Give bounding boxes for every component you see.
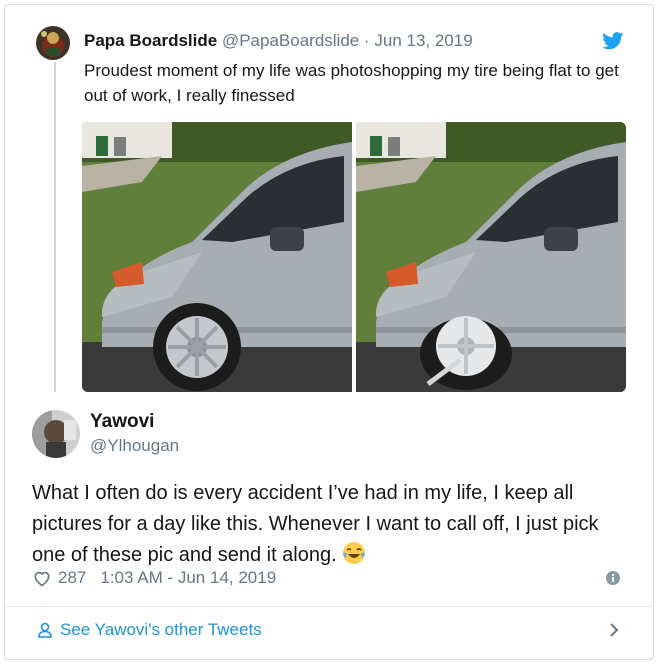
thread-line	[54, 62, 56, 392]
tweet-photos	[82, 122, 626, 392]
like-count[interactable]: 287	[58, 568, 86, 588]
quoted-date[interactable]: Jun 13, 2019	[374, 31, 472, 50]
chevron-right-icon[interactable]	[606, 621, 622, 639]
quoted-tweet-header: Papa Boardslide @PapaBoardslide · Jun 13…	[84, 31, 473, 51]
twitter-bird-icon[interactable]	[602, 32, 624, 50]
papa-boardslide-avatar[interactable]	[36, 26, 70, 60]
see-other-tweets-link[interactable]: See Yawovi's other Tweets	[36, 620, 262, 640]
info-icon[interactable]	[605, 570, 621, 586]
quoted-handle[interactable]: @PapaBoardslide	[222, 31, 359, 50]
meta-separator: ·	[359, 31, 375, 50]
reply-display-name[interactable]: Yawovi	[90, 411, 154, 433]
yawovi-avatar[interactable]	[32, 410, 80, 458]
reply-tweet-text: What I often do is every accident I’ve h…	[32, 482, 599, 566]
person-icon	[38, 622, 52, 638]
heart-icon[interactable]	[32, 568, 52, 588]
reply-tweet-text-container: What I often do is every accident I’ve h…	[32, 478, 632, 571]
photo-normal-tire[interactable]	[82, 122, 352, 392]
quoted-display-name[interactable]: Papa Boardslide	[84, 31, 217, 50]
reply-timestamp[interactable]: 1:03 AM - Jun 14, 2019	[100, 568, 276, 588]
photo-flat-tire[interactable]	[356, 122, 626, 392]
footer-divider	[4, 606, 654, 607]
quoted-tweet-text: Proudest moment of my life was photoshop…	[84, 61, 619, 105]
see-other-tweets-label: See Yawovi's other Tweets	[60, 620, 262, 639]
reply-handle[interactable]: @Ylhougan	[90, 436, 179, 456]
face-with-tears-of-joy-icon	[343, 542, 366, 564]
reply-footer: 287 1:03 AM - Jun 14, 2019	[32, 568, 276, 588]
